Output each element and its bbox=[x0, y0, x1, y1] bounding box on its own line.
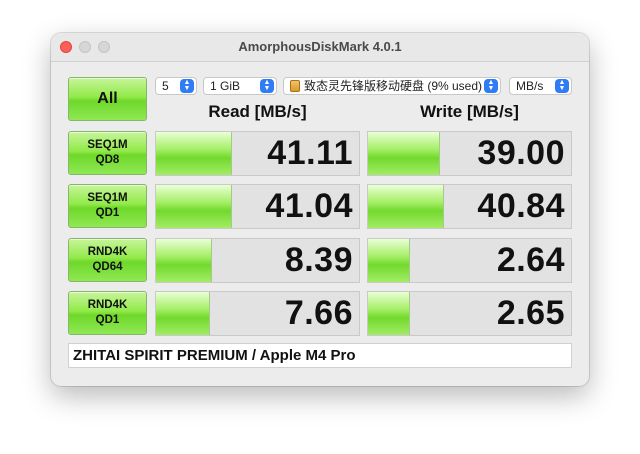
read-result-rnd4k-qd64: 8.39 bbox=[155, 238, 360, 283]
read-value: 41.04 bbox=[265, 187, 353, 225]
read-value: 41.11 bbox=[267, 134, 353, 172]
read-value: 7.66 bbox=[284, 294, 353, 332]
write-result-rnd4k-qd64: 2.64 bbox=[367, 238, 572, 283]
write-result-seq1m-qd1: 40.84 bbox=[367, 184, 572, 229]
read-result-seq1m-qd1: 41.04 bbox=[155, 184, 360, 229]
external-disk-icon bbox=[290, 80, 300, 92]
test-name-line2: QD64 bbox=[92, 261, 123, 273]
read-bar bbox=[156, 185, 233, 228]
write-bar bbox=[368, 239, 410, 282]
test-name-line2: QD8 bbox=[95, 154, 120, 166]
read-bar bbox=[156, 239, 212, 282]
test-seq1m-qd8-button[interactable]: SEQ1M QD8 bbox=[68, 131, 147, 175]
test-rnd4k-qd1-button[interactable]: RND4K QD1 bbox=[68, 291, 147, 335]
test-name-line1: RND4K bbox=[87, 299, 128, 311]
write-result-seq1m-qd8: 39.00 bbox=[367, 131, 572, 176]
write-value: 2.65 bbox=[496, 294, 565, 332]
write-value: 40.84 bbox=[477, 187, 565, 225]
write-bar bbox=[368, 292, 410, 335]
window-title: AmorphousDiskMark 4.0.1 bbox=[238, 39, 402, 54]
test-name-line2: QD1 bbox=[95, 314, 120, 326]
test-name-line2: QD1 bbox=[95, 207, 120, 219]
test-rnd4k-qd64-button[interactable]: RND4K QD64 bbox=[68, 238, 147, 282]
disk-value: 致态灵先锋版移动硬盘 (9% used) bbox=[304, 79, 483, 93]
test-name-line1: SEQ1M bbox=[87, 139, 128, 151]
test-name-line1: SEQ1M bbox=[87, 192, 128, 204]
app-window: AmorphousDiskMark 4.0.1 All 5 ▲ ▼ 1 GiB ▲… bbox=[51, 33, 589, 386]
test-count-value: 5 bbox=[162, 79, 169, 93]
write-bar bbox=[368, 185, 445, 228]
test-seq1m-qd1-button[interactable]: SEQ1M QD1 bbox=[68, 184, 147, 228]
write-result-rnd4k-qd1: 2.65 bbox=[367, 291, 572, 336]
test-size-select[interactable]: 1 GiB ▲ ▼ bbox=[203, 77, 277, 95]
test-count-stepper-icon: ▲ ▼ bbox=[180, 79, 194, 93]
read-bar bbox=[156, 292, 210, 335]
unit-value: MB/s bbox=[516, 79, 544, 93]
write-column-header: Write [MB/s] bbox=[420, 102, 519, 121]
unit-select[interactable]: MB/s ▲ ▼ bbox=[509, 77, 572, 95]
read-value: 8.39 bbox=[284, 241, 353, 279]
run-all-button[interactable]: All bbox=[68, 77, 147, 121]
disk-select[interactable]: 致态灵先锋版移动硬盘 (9% used) ▲ ▼ bbox=[283, 77, 501, 95]
read-column-header: Read [MB/s] bbox=[208, 102, 307, 121]
read-result-rnd4k-qd1: 7.66 bbox=[155, 291, 360, 336]
disk-stepper-icon: ▲ ▼ bbox=[484, 79, 498, 93]
title-bar: AmorphousDiskMark 4.0.1 bbox=[51, 33, 589, 62]
write-value: 39.00 bbox=[477, 134, 565, 172]
write-value: 2.64 bbox=[496, 241, 565, 279]
test-size-stepper-icon: ▲ ▼ bbox=[260, 79, 274, 93]
write-bar bbox=[368, 132, 441, 175]
read-bar bbox=[156, 132, 233, 175]
read-result-seq1m-qd8: 41.11 bbox=[155, 131, 360, 176]
test-count-select[interactable]: 5 ▲ ▼ bbox=[155, 77, 197, 95]
comment-field[interactable]: ZHITAI SPIRIT PREMIUM / Apple M4 Pro bbox=[68, 343, 572, 368]
test-name-line1: RND4K bbox=[87, 246, 128, 258]
unit-stepper-icon: ▲ ▼ bbox=[555, 79, 569, 93]
test-size-value: 1 GiB bbox=[210, 79, 241, 93]
